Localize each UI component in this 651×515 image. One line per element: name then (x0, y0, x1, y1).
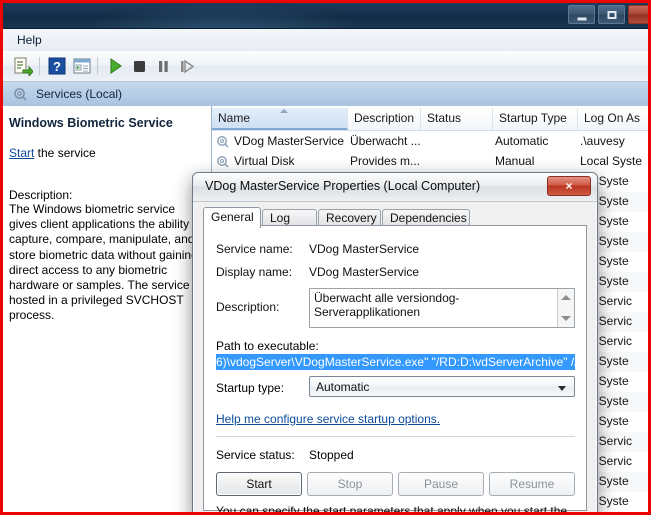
scroll-up-icon[interactable] (561, 295, 571, 300)
maximize-button[interactable] (598, 5, 625, 24)
column-header-log-on-as[interactable]: Log On As (578, 108, 648, 130)
chevron-down-icon (558, 386, 566, 391)
services-gear-icon (13, 87, 28, 102)
tab-general[interactable]: General (203, 207, 261, 228)
start-button[interactable]: Start (216, 472, 302, 496)
properties-icon[interactable] (72, 56, 92, 76)
description-textarea-value: Überwacht alle versiondog-Serverapplikat… (314, 291, 552, 319)
stop-button: Stop (307, 472, 393, 496)
dialog-description-label: Description: (216, 300, 279, 314)
page-title: Windows Biometric Service (9, 116, 209, 130)
cell-description: Überwacht ... (350, 134, 420, 148)
service-gear-icon (216, 135, 230, 149)
service-name-label: Service name: (216, 242, 293, 256)
dialog-tabs: General Log On Recovery Dependencies (203, 207, 587, 227)
column-header-name[interactable]: Name (212, 108, 348, 130)
cell-startup-type: Manual (495, 154, 577, 168)
cell-log-on-as: .\auvesy (580, 134, 648, 148)
cell-log-on-as: Local Syste (580, 154, 648, 168)
description-scrollbar[interactable] (557, 289, 574, 327)
path-to-executable-value[interactable]: 6)\vdogServer\VDogMasterService.exe" "/R… (216, 354, 575, 370)
list-column-headers: Name Description Status Startup Type Log… (212, 108, 648, 131)
toolbar: ? (3, 51, 648, 82)
cell-startup-type: Automatic (495, 134, 577, 148)
startup-type-label: Startup type: (216, 381, 284, 395)
minimize-icon (577, 17, 586, 20)
column-header-status[interactable]: Status (421, 108, 493, 130)
path-to-executable-label: Path to executable: (216, 339, 319, 353)
column-header-name-label: Name (218, 111, 250, 125)
toolbar-separator-2 (97, 57, 98, 75)
scope-label: Services (Local) (36, 87, 122, 101)
table-row[interactable]: VDog MasterService Überwacht ... Automat… (212, 132, 648, 152)
minimize-button[interactable] (568, 5, 595, 24)
service-name-value: VDog MasterService (309, 242, 419, 256)
cell-description: Provides m... (350, 154, 420, 168)
services-mmc-window: Help ? (3, 3, 648, 512)
start-service-suffix: the service (34, 146, 95, 160)
display-name-value: VDog MasterService (309, 265, 419, 279)
export-list-icon[interactable] (13, 56, 33, 76)
svg-text:?: ? (53, 59, 61, 74)
general-tab-panel: Service name: VDog MasterService Display… (203, 225, 587, 511)
close-icon: × (565, 179, 572, 193)
service-detail-pane: Windows Biometric Service Start the serv… (3, 106, 212, 512)
start-service-link[interactable]: Start (9, 146, 34, 160)
help-configure-startup-link[interactable]: Help me configure service startup option… (216, 412, 440, 426)
menu-bar: Help (3, 29, 648, 52)
description-textarea[interactable]: Überwacht alle versiondog-Serverapplikat… (309, 288, 575, 328)
dialog-title: VDog MasterService Properties (Local Com… (205, 179, 480, 193)
menu-item-help[interactable]: Help (11, 32, 48, 48)
startup-type-select[interactable]: Automatic (309, 376, 575, 397)
pause-service-icon[interactable] (153, 56, 173, 76)
start-service-icon[interactable] (105, 56, 125, 76)
pause-button: Pause (398, 472, 484, 496)
stop-service-icon[interactable] (129, 56, 149, 76)
maximize-icon (607, 11, 616, 19)
service-status-label: Service status: (216, 448, 295, 462)
dialog-body: General Log On Recovery Dependencies Ser… (199, 203, 591, 512)
cell-name: VDog MasterService (234, 134, 346, 148)
description-text: The Windows biometric service gives clie… (9, 202, 205, 324)
cell-name: Virtual Disk (234, 154, 346, 168)
resume-button: Resume (489, 472, 575, 496)
display-name-label: Display name: (216, 265, 292, 279)
window-titlebar (3, 3, 648, 29)
titlebar-glow (73, 3, 373, 28)
restart-service-icon[interactable] (176, 56, 196, 76)
column-header-description[interactable]: Description (348, 108, 421, 130)
scroll-down-icon[interactable] (561, 316, 571, 321)
dialog-close-button[interactable]: × (547, 176, 591, 196)
dialog-footer-text: You can specify the start parameters tha… (216, 504, 575, 512)
help-icon[interactable]: ? (47, 56, 67, 76)
sort-ascending-icon (280, 109, 288, 113)
table-row[interactable]: Virtual Disk Provides m... Manual Local … (212, 152, 648, 172)
description-label: Description: (9, 188, 72, 202)
scope-bar: Services (Local) (3, 82, 648, 107)
toolbar-separator-1 (39, 57, 40, 75)
service-gear-icon (216, 155, 230, 169)
close-button[interactable] (628, 5, 648, 24)
column-header-startup-type[interactable]: Startup Type (493, 108, 578, 130)
startup-type-value: Automatic (316, 380, 369, 394)
dialog-divider (216, 436, 575, 437)
service-status-value: Stopped (309, 448, 354, 462)
dialog-titlebar: VDog MasterService Properties (Local Com… (193, 173, 597, 202)
start-service-link-row: Start the service (9, 146, 96, 160)
service-properties-dialog: VDog MasterService Properties (Local Com… (192, 172, 598, 512)
